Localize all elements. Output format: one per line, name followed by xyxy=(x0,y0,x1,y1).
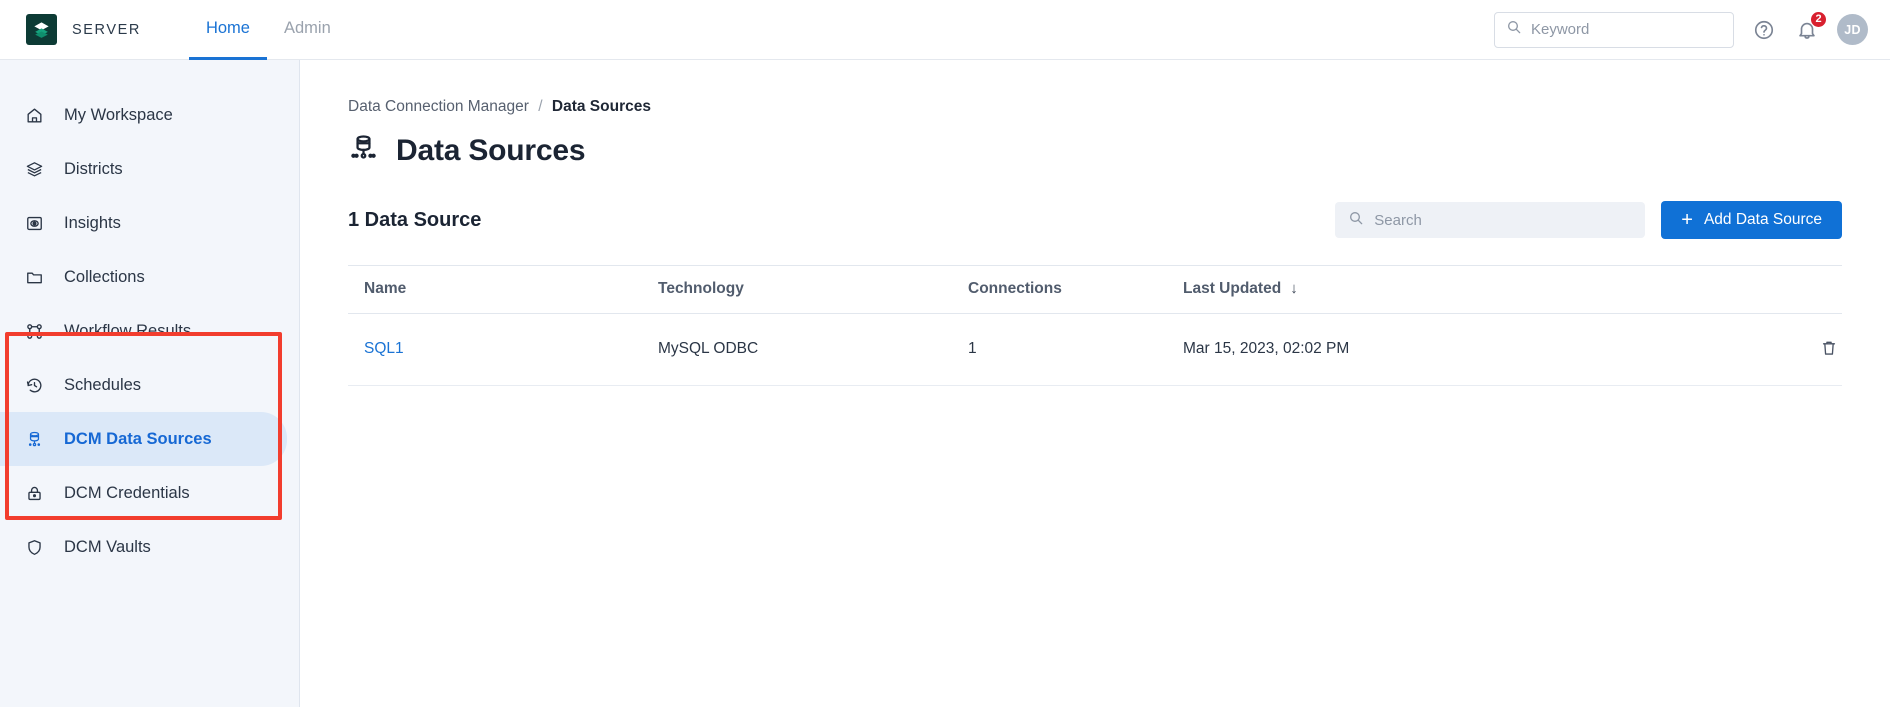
main-content: Data Connection Manager / Data Sources D… xyxy=(300,60,1890,707)
primary-nav-tabs: Home Admin xyxy=(188,0,348,60)
home-icon xyxy=(24,105,45,126)
sidebar-item-label: DCM Credentials xyxy=(64,483,190,502)
table-row[interactable]: SQL1 MySQL ODBC 1 Mar 15, 2023, 02:02 PM xyxy=(348,313,1842,386)
sidebar-item-dcm-credentials[interactable]: DCM Credentials xyxy=(0,466,299,520)
data-source-count: 1 Data Source xyxy=(348,208,482,231)
sidebar-item-label: DCM Data Sources xyxy=(64,429,212,448)
search-icon xyxy=(1348,210,1364,231)
notification-badge: 2 xyxy=(1810,10,1827,28)
shield-icon xyxy=(24,537,45,558)
search-icon xyxy=(1506,19,1522,40)
tab-home[interactable]: Home xyxy=(188,0,267,60)
brand[interactable]: SERVER xyxy=(26,14,141,45)
column-header-technology[interactable]: Technology xyxy=(658,265,968,314)
column-header-actions xyxy=(1752,265,1842,314)
breadcrumb-separator: / xyxy=(538,98,543,115)
data-sources-table: Name Technology Connections Last Updated… xyxy=(348,265,1842,386)
sidebar-item-insights[interactable]: Insights xyxy=(0,196,299,250)
column-header-last-updated[interactable]: Last Updated ↓ xyxy=(1183,265,1752,314)
cell-name: SQL1 xyxy=(348,313,658,386)
sidebar-item-label: Insights xyxy=(64,213,121,232)
page-title: Data Sources xyxy=(396,134,586,167)
history-clock-icon xyxy=(24,375,45,396)
plus-icon: + xyxy=(1681,209,1693,231)
column-header-last-updated-label: Last Updated xyxy=(1183,280,1282,297)
add-data-source-label: Add Data Source xyxy=(1703,211,1822,228)
body-layout: My Workspace Districts Insights Collecti… xyxy=(0,60,1890,707)
sidebar-item-collections[interactable]: Collections xyxy=(0,250,299,304)
data-source-link[interactable]: SQL1 xyxy=(364,340,404,357)
lock-icon xyxy=(24,483,45,504)
sidebar-item-schedules[interactable]: Schedules xyxy=(0,358,299,412)
sidebar-item-label: Workflow Results xyxy=(64,321,192,340)
breadcrumb-parent[interactable]: Data Connection Manager xyxy=(348,98,529,115)
sort-descending-icon: ↓ xyxy=(1290,280,1298,297)
cell-last-updated: Mar 15, 2023, 02:02 PM xyxy=(1183,313,1752,386)
workflow-icon xyxy=(24,321,45,342)
sidebar-item-label: Schedules xyxy=(64,375,142,394)
column-header-name[interactable]: Name xyxy=(348,265,658,314)
help-circle-icon[interactable] xyxy=(1751,17,1777,43)
page-title-row: Data Sources xyxy=(348,133,1842,169)
trash-icon[interactable] xyxy=(1816,335,1842,361)
sidebar-item-label: Collections xyxy=(64,267,145,286)
sidebar-item-label: Districts xyxy=(64,159,123,178)
layers-icon xyxy=(24,159,45,180)
table-header-row: Name Technology Connections Last Updated… xyxy=(348,265,1842,314)
layers-logo-icon xyxy=(26,14,57,45)
sidebar-item-dcm-vaults[interactable]: DCM Vaults xyxy=(0,520,299,574)
table-search[interactable] xyxy=(1335,202,1646,238)
table-body: SQL1 MySQL ODBC 1 Mar 15, 2023, 02:02 PM xyxy=(348,313,1842,386)
avatar[interactable]: JD xyxy=(1837,14,1868,45)
table-header: Name Technology Connections Last Updated… xyxy=(348,265,1842,314)
data-source-database-icon xyxy=(348,133,379,169)
keyword-search-input[interactable] xyxy=(1531,21,1722,38)
sidebar: My Workspace Districts Insights Collecti… xyxy=(0,60,300,707)
sidebar-item-label: DCM Vaults xyxy=(64,537,151,556)
sidebar-item-my-workspace[interactable]: My Workspace xyxy=(0,88,299,142)
insights-eye-icon xyxy=(24,213,45,234)
database-node-icon xyxy=(24,429,45,450)
cell-connections: 1 xyxy=(968,313,1183,386)
table-search-input[interactable] xyxy=(1374,211,1633,229)
sidebar-item-dcm-data-sources[interactable]: DCM Data Sources xyxy=(0,412,287,466)
brand-name: SERVER xyxy=(72,21,141,38)
top-header-bar: SERVER Home Admin 2 xyxy=(0,0,1890,60)
list-toolbar: 1 Data Source + Add Data Source xyxy=(348,201,1842,239)
breadcrumb: Data Connection Manager / Data Sources xyxy=(348,98,1842,116)
add-data-source-button[interactable]: + Add Data Source xyxy=(1661,201,1842,239)
sidebar-item-workflow-results[interactable]: Workflow Results xyxy=(0,304,299,358)
cell-technology: MySQL ODBC xyxy=(658,313,968,386)
column-header-connections[interactable]: Connections xyxy=(968,265,1183,314)
keyword-search[interactable] xyxy=(1494,11,1734,48)
sidebar-item-districts[interactable]: Districts xyxy=(0,142,299,196)
header-actions: 2 JD xyxy=(1494,10,1868,48)
breadcrumb-current: Data Sources xyxy=(551,98,651,115)
bell-icon[interactable]: 2 xyxy=(1794,10,1827,43)
tab-admin[interactable]: Admin xyxy=(267,0,348,60)
folder-icon xyxy=(24,267,45,288)
sidebar-item-label: My Workspace xyxy=(64,105,173,124)
cell-actions xyxy=(1752,313,1842,386)
